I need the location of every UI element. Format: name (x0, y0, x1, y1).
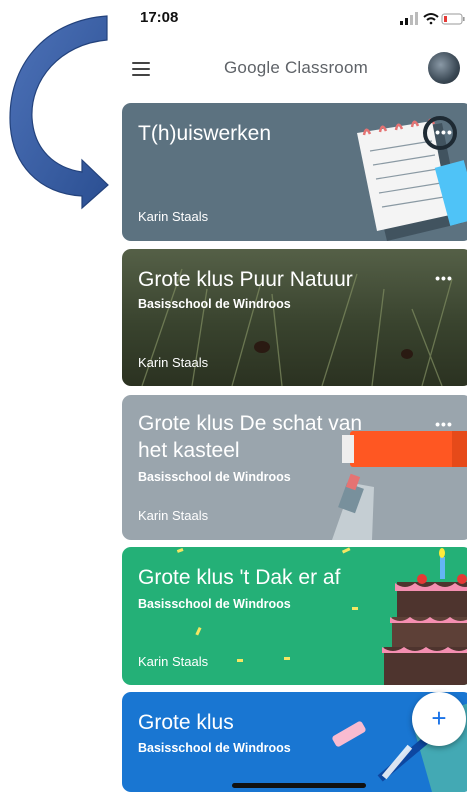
class-title: Grote klus (138, 711, 234, 734)
class-card-puur-natuur[interactable]: Grote klus Puur Natuur Basisschool de Wi… (122, 249, 467, 386)
class-title: Grote klus De schat van het kasteel (138, 410, 362, 464)
class-title: Grote klus 't Dak er af (138, 566, 341, 589)
class-card-schat-van-het-kasteel[interactable]: Grote klus De schat van het kasteel Basi… (122, 395, 467, 540)
wifi-icon (423, 13, 439, 25)
plus-icon: + (431, 703, 447, 733)
class-title-line-1: Grote klus De schat van (138, 412, 363, 435)
class-owner: Karin Staals (138, 209, 209, 224)
class-title: Grote klus Puur Natuur (138, 268, 353, 291)
avatar[interactable] (428, 52, 460, 84)
add-class-button[interactable]: + (412, 692, 466, 746)
app-title: Google Classroom (224, 58, 368, 77)
more-options-icon[interactable]: ••• (434, 271, 454, 293)
battery-icon (441, 13, 465, 25)
more-options-icon[interactable]: ••• (434, 417, 454, 439)
class-owner: Karin Staals (138, 654, 209, 669)
class-card-dak-er-af[interactable]: Grote klus 't Dak er af Basisschool de W… (122, 547, 467, 685)
hamburger-line (132, 68, 150, 70)
home-indicator (232, 783, 366, 788)
hamburger-menu-icon (132, 62, 150, 64)
curved-arrow-annotation (9, 15, 109, 210)
class-subtitle: Basisschool de Windroos (138, 470, 291, 484)
class-card-thuiswerken[interactable]: T(h)uiswerken Karin Staals ••• (122, 103, 467, 241)
class-owner: Karin Staals (138, 355, 209, 370)
class-title: T(h)uiswerken (138, 122, 272, 145)
more-options-icon[interactable]: ••• (434, 125, 454, 147)
status-time: 17:08 (140, 9, 179, 26)
class-subtitle: Basisschool de Windroos (138, 597, 291, 611)
status-icons (400, 12, 465, 25)
class-title-line-2: het kasteel (138, 439, 240, 462)
hamburger-line (132, 74, 150, 76)
class-subtitle: Basisschool de Windroos (138, 297, 291, 311)
class-subtitle: Basisschool de Windroos (138, 741, 291, 755)
signal-icon (400, 12, 418, 25)
menu-button[interactable] (128, 58, 154, 80)
class-owner: Karin Staals (138, 508, 209, 523)
